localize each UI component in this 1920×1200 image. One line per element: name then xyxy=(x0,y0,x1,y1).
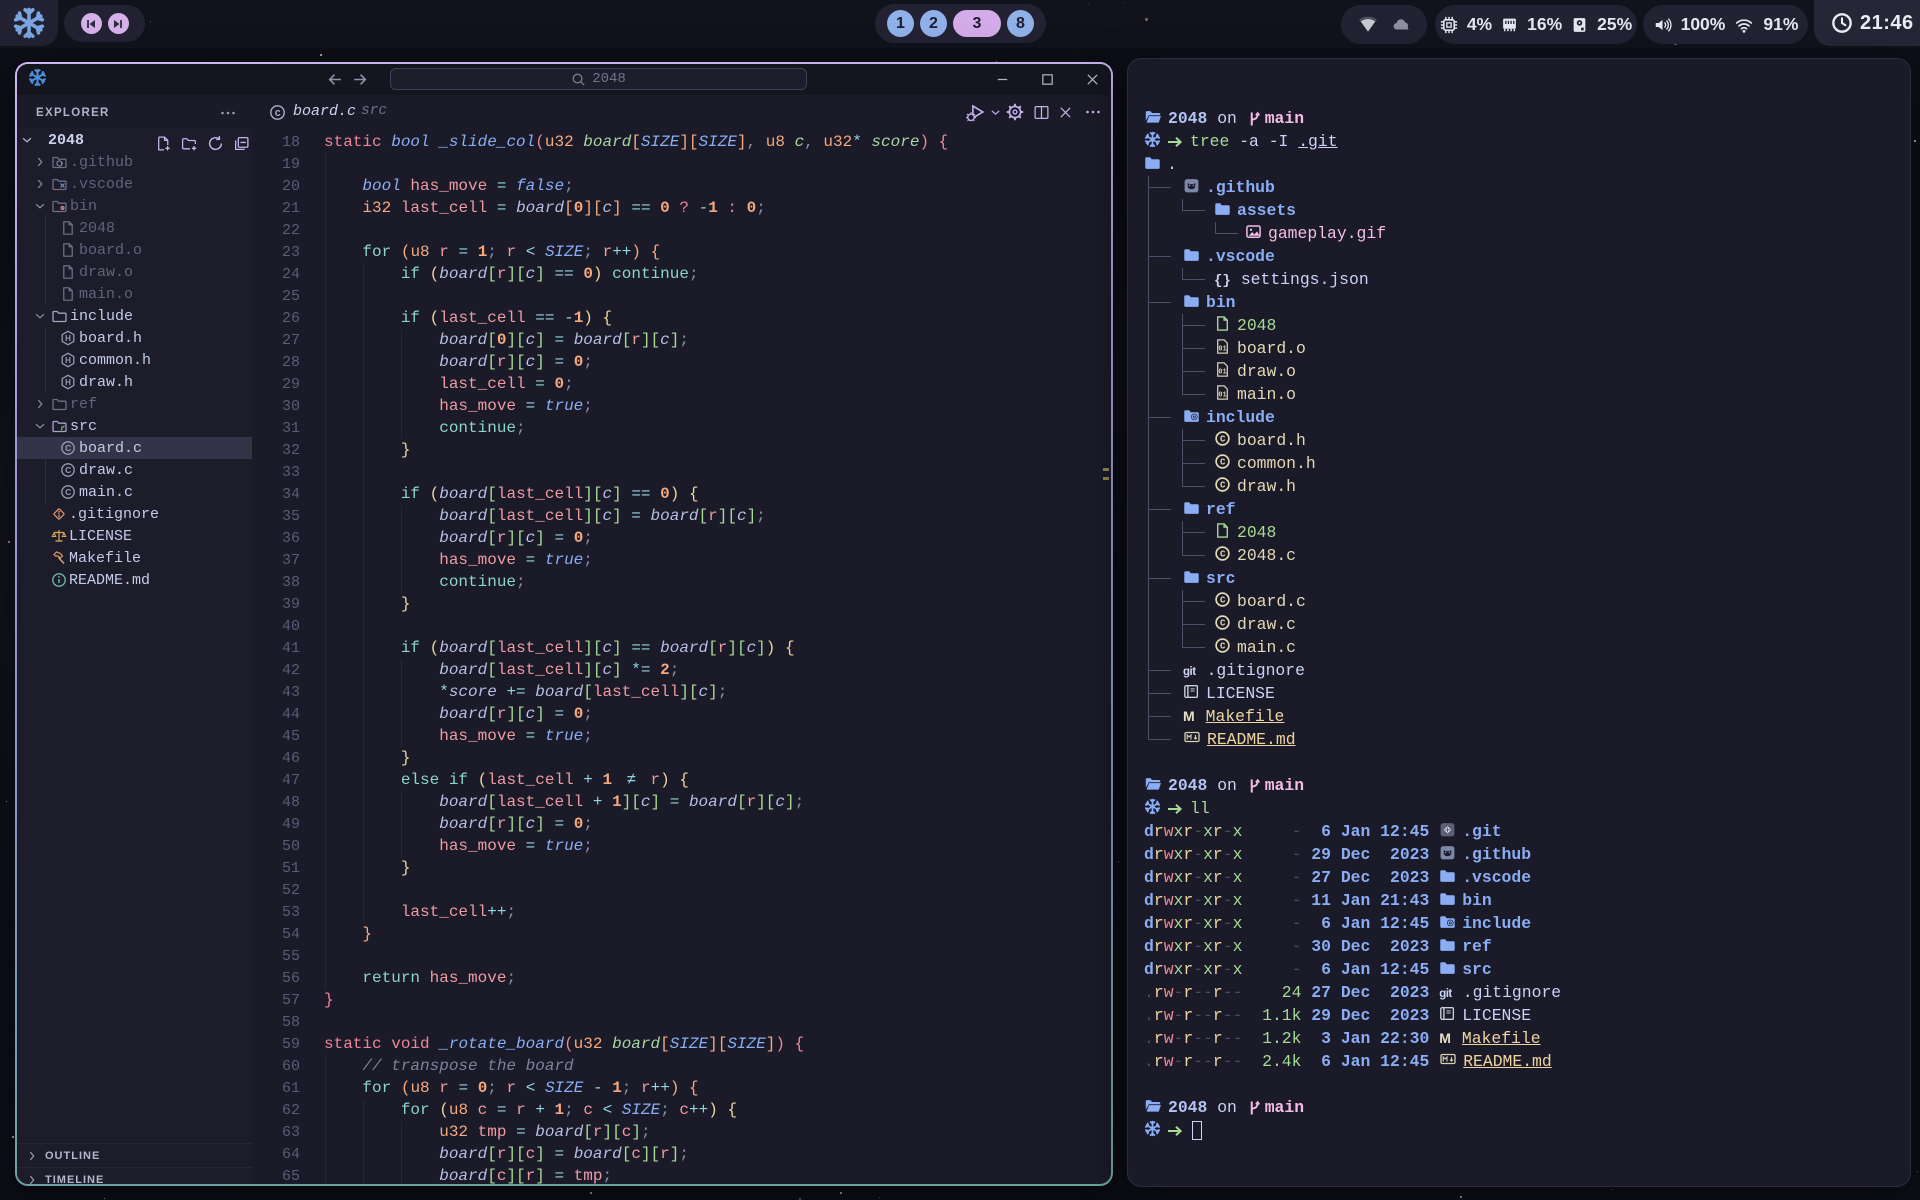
svg-text:01: 01 xyxy=(1218,345,1226,353)
svg-text:C: C xyxy=(1220,548,1226,559)
svg-text:H: H xyxy=(65,334,71,343)
svg-text:C: C xyxy=(65,487,71,497)
svg-text:C: C xyxy=(65,443,71,453)
svg-text:01: 01 xyxy=(1218,391,1226,399)
svg-text:C: C xyxy=(1220,456,1226,467)
svg-text:C: C xyxy=(65,465,71,475)
svg-text:C: C xyxy=(1220,433,1226,444)
svg-text:C: C xyxy=(1220,617,1226,628)
svg-text:H: H xyxy=(65,378,71,387)
svg-text:C: C xyxy=(1220,640,1226,651)
svg-text:C: C xyxy=(1220,479,1226,490)
svg-text:01: 01 xyxy=(1218,368,1226,376)
svg-text:C: C xyxy=(275,108,281,119)
svg-text:H: H xyxy=(65,356,71,365)
svg-text:C: C xyxy=(1220,594,1226,605)
